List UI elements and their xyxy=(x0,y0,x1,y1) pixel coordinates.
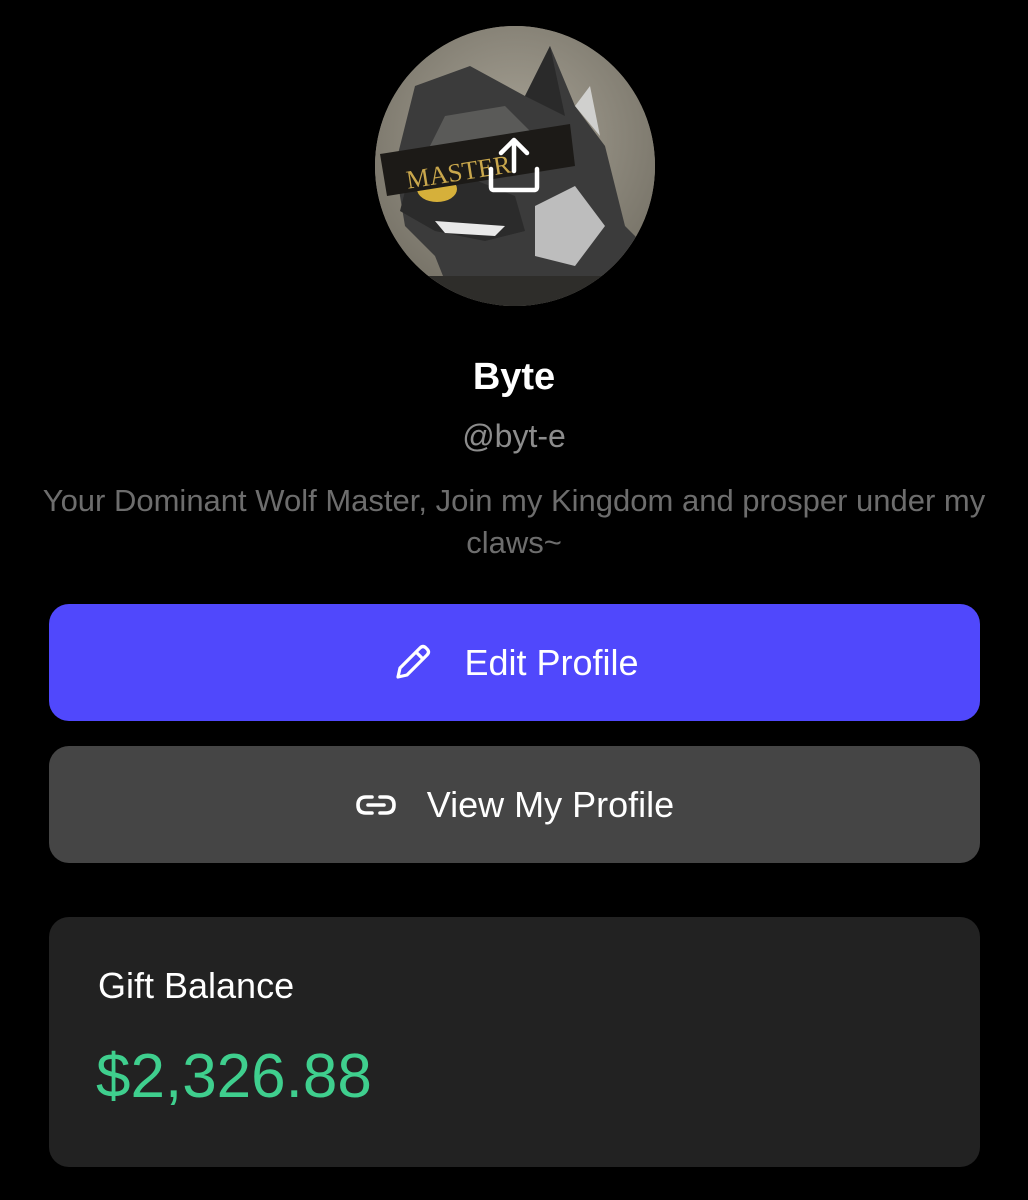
profile-page: MASTER Byte @byt-e Your Dominant Wolf Ma… xyxy=(0,0,1028,1200)
edit-profile-button[interactable]: Edit Profile xyxy=(49,604,980,721)
upload-avatar-button[interactable] xyxy=(484,134,544,194)
link-icon xyxy=(355,791,397,819)
display-name: Byte xyxy=(472,356,556,398)
view-profile-label: View My Profile xyxy=(426,783,675,825)
gift-balance-card: Gift Balance $2,326.88 xyxy=(49,917,980,1167)
pencil-icon xyxy=(390,641,434,685)
upload-icon xyxy=(488,137,540,193)
gift-balance-label: Gift Balance xyxy=(98,965,295,1006)
edit-profile-label: Edit Profile xyxy=(464,641,639,683)
view-profile-button[interactable]: View My Profile xyxy=(49,746,980,863)
username-handle: @byt-e xyxy=(462,418,566,454)
gift-balance-amount: $2,326.88 xyxy=(96,1042,372,1111)
profile-bio: Your Dominant Wolf Master, Join my Kingd… xyxy=(42,483,986,560)
